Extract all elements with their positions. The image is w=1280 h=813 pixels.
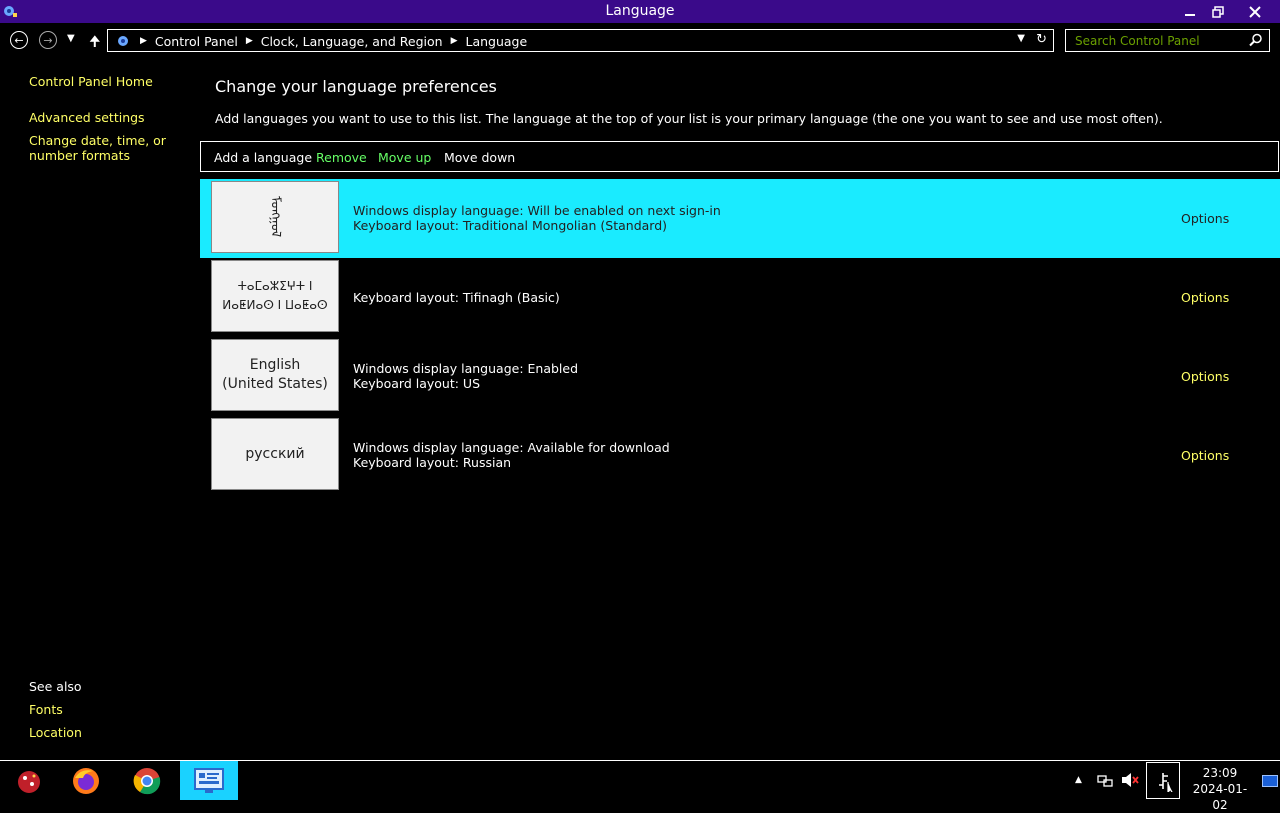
back-button[interactable]: ← (10, 31, 28, 49)
change-date-formats-link[interactable]: Change date, time, or number formats (29, 133, 194, 163)
recent-locations-button[interactable]: ▼ (67, 33, 75, 44)
navigation-bar: ← → ▼ 🠉 ▶ Control Panel ▶ Clock, Languag… (0, 23, 1280, 59)
arrow-right-icon: → (43, 33, 53, 47)
search-placeholder: Search Control Panel (1075, 34, 1200, 48)
language-row-english[interactable]: English (United States) Windows display … (200, 337, 1280, 416)
close-icon (1249, 5, 1261, 18)
language-native-name: ᠮᠣᠩᠭᠣᠯ (267, 196, 283, 238)
breadcrumb-clock-language-region[interactable]: Clock, Language, and Region (261, 34, 443, 49)
chrome-icon (133, 767, 161, 794)
taskbar-control-panel-button[interactable] (180, 761, 238, 800)
language-native-name: русский (245, 445, 305, 462)
taskbar-app-button[interactable] (0, 761, 58, 800)
taskbar: ▲ 23:09 2024-01-02 (0, 760, 1280, 812)
language-native-name: ⵜⴰⵎⴰⵣⵉⵖⵜ ⵏ ⵍⴰⵟⵍⴰⵙ ⵏ ⵡⴰⵟⴰⵙ (222, 279, 328, 312)
address-bar[interactable]: ▶ Control Panel ▶ Clock, Language, and R… (107, 29, 1054, 52)
show-hidden-icons-button[interactable]: ▲ (1075, 775, 1082, 785)
breadcrumb-language[interactable]: Language (465, 34, 527, 49)
page-description: Add languages you want to use to this li… (215, 111, 1163, 126)
options-link[interactable]: Options (1181, 448, 1229, 463)
add-language-button[interactable]: Add a language (214, 150, 312, 165)
search-icon[interactable] (1249, 33, 1263, 47)
system-clock[interactable]: 23:09 2024-01-02 (1186, 765, 1254, 813)
arrow-up-icon: 🠉 (89, 34, 101, 50)
language-display-status: Windows display language: Enabled (353, 361, 579, 376)
language-row-mongolian[interactable]: ᠮᠣᠩᠭᠣᠯ Windows display language: Will be… (200, 179, 1280, 258)
clock-date: 2024-01-02 (1192, 782, 1248, 812)
forward-button[interactable]: → (39, 31, 57, 49)
language-row-tifinagh[interactable]: ⵜⴰⵎⴰⵣⵉⵖⵜ ⵏ ⵍⴰⵟⵍⴰⵙ ⵏ ⵡⴰⵟⴰⵙ Keyboard layou… (200, 258, 1280, 337)
location-link[interactable]: Location (29, 725, 82, 740)
remove-button[interactable]: Remove (316, 150, 367, 165)
language-info: Windows display language: Will be enable… (353, 203, 721, 233)
language-keyboard-layout: Keyboard layout: Russian (353, 455, 512, 470)
language-info: Windows display language: Enabled Keyboa… (353, 361, 578, 391)
chevron-right-icon: ▶ (140, 36, 147, 46)
language-info: Keyboard layout: Tifinagh (Basic) (353, 290, 560, 305)
show-desktop-icon[interactable] (1262, 775, 1278, 787)
options-link[interactable]: Options (1181, 290, 1229, 305)
fonts-link[interactable]: Fonts (29, 702, 63, 717)
restore-button[interactable] (1204, 0, 1232, 23)
options-link[interactable]: Options (1181, 211, 1229, 226)
language-keyboard-layout: Keyboard layout: Traditional Mongolian (… (353, 218, 668, 233)
language-info: Windows display language: Available for … (353, 440, 670, 470)
minimize-icon (1185, 13, 1195, 16)
control-panel-icon (194, 767, 224, 793)
move-up-button[interactable]: Move up (378, 150, 431, 165)
arrow-left-icon: ← (14, 33, 24, 47)
restore-icon (1212, 5, 1224, 18)
title-bar: Language (0, 0, 1280, 23)
control-panel-icon (118, 36, 128, 46)
close-button[interactable] (1236, 0, 1274, 23)
options-link[interactable]: Options (1181, 369, 1229, 384)
mongolian-input-icon (1159, 773, 1173, 792)
volume-muted-icon[interactable] (1121, 772, 1139, 788)
language-thumbnail: ᠮᠣᠩᠭᠣᠯ (211, 181, 339, 253)
language-row-russian[interactable]: русский Windows display language: Availa… (200, 416, 1280, 495)
page-title: Change your language preferences (215, 77, 497, 96)
language-thumbnail: ⵜⴰⵎⴰⵣⵉⵖⵜ ⵏ ⵍⴰⵟⵍⴰⵙ ⵏ ⵡⴰⵟⴰⵙ (211, 260, 339, 332)
language-display-status: Windows display language: Will be enable… (353, 203, 721, 218)
advanced-settings-link[interactable]: Advanced settings (29, 110, 145, 125)
language-keyboard-layout: Keyboard layout: Tifinagh (Basic) (353, 290, 560, 305)
input-indicator-button[interactable] (1146, 762, 1180, 799)
see-also-heading: See also (29, 679, 82, 694)
app-icon (18, 770, 40, 793)
language-toolbar: Add a language Remove Move up Move down (200, 141, 1279, 172)
network-icon[interactable] (1097, 772, 1113, 788)
firefox-icon (73, 767, 99, 794)
breadcrumb: ▶ Control Panel ▶ Clock, Language, and R… (116, 33, 527, 49)
up-button[interactable]: 🠉 (89, 31, 101, 55)
refresh-icon[interactable]: ↻ (1036, 32, 1047, 47)
language-keyboard-layout: Keyboard layout: US (353, 376, 481, 391)
chevron-down-icon: ▼ (67, 33, 75, 44)
move-down-button[interactable]: Move down (444, 150, 515, 165)
language-thumbnail: русский (211, 418, 339, 490)
address-dropdown-icon[interactable]: ▼ (1017, 33, 1025, 44)
language-display-status: Windows display language: Available for … (353, 440, 670, 455)
taskbar-firefox-button[interactable] (57, 761, 115, 800)
chevron-right-icon[interactable]: ▶ (451, 36, 458, 46)
language-native-name: English (United States) (222, 357, 328, 392)
search-box[interactable]: Search Control Panel (1065, 29, 1270, 52)
minimize-button[interactable] (1176, 0, 1204, 23)
breadcrumb-control-panel[interactable]: Control Panel (155, 34, 238, 49)
chevron-right-icon[interactable]: ▶ (246, 36, 253, 46)
control-panel-home-link[interactable]: Control Panel Home (29, 74, 153, 89)
language-thumbnail: English (United States) (211, 339, 339, 411)
window-title: Language (605, 3, 675, 19)
clock-time: 23:09 (1202, 766, 1238, 780)
taskbar-chrome-button[interactable] (118, 761, 176, 800)
